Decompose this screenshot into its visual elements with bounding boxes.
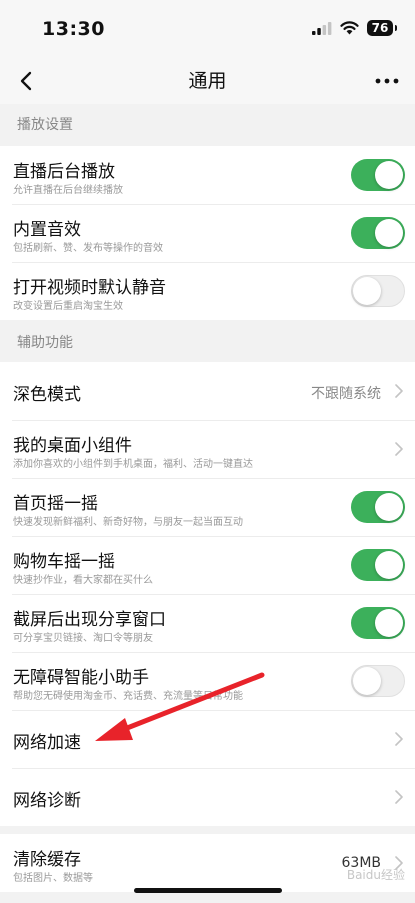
row-mute-default: 打开视频时默认静音 改变设置后重启淘宝生效 [0, 262, 415, 320]
home-indicator [134, 888, 282, 893]
row-title: 清除缓存 [13, 850, 81, 870]
live-background-toggle[interactable] [351, 159, 405, 191]
row-title: 购物车摇一摇 [13, 552, 115, 572]
toggle-knob [375, 161, 403, 189]
cache-group: 清除缓存 包括图片、数据等 63MB [0, 834, 415, 892]
row-subtitle: 包括刷新、赞、发布等操作的音效 [13, 243, 163, 254]
row-title: 直播后台播放 [13, 162, 115, 182]
screenshot-share-toggle[interactable] [351, 607, 405, 639]
row-value: 不跟随系统 [311, 386, 381, 402]
row-accessibility-assistant: 无障碍智能小助手 帮助您无碍使用淘金币、充话费、充流量等日常功能 [0, 652, 415, 710]
row-desktop-widget[interactable]: 我的桌面小组件 添加你喜欢的小组件到手机桌面，福利、活动一键直达 [0, 420, 415, 478]
accessibility-toggle[interactable] [351, 665, 405, 697]
row-builtin-sound: 内置音效 包括刷新、赞、发布等操作的音效 [0, 204, 415, 262]
row-title: 打开视频时默认静音 [13, 278, 166, 298]
row-clear-cache[interactable]: 清除缓存 包括图片、数据等 63MB [0, 834, 415, 892]
status-time: 13:30 [42, 18, 105, 40]
row-network-diagnosis[interactable]: 网络诊断 [0, 768, 415, 826]
chevron-right-icon [395, 384, 403, 398]
row-subtitle: 包括图片、数据等 [13, 873, 93, 884]
section-header-label: 播放设置 [17, 117, 73, 133]
row-title: 深色模式 [13, 385, 81, 405]
row-subtitle: 快速抄作业，看大家都在买什么 [13, 575, 153, 586]
chevron-right-icon [395, 790, 403, 804]
row-subtitle: 帮助您无碍使用淘金币、充话费、充流量等日常功能 [13, 691, 243, 702]
row-subtitle: 添加你喜欢的小组件到手机桌面，福利、活动一键直达 [13, 459, 253, 470]
watermark: Baidu经验 [346, 868, 405, 882]
chevron-right-icon [395, 732, 403, 746]
toggle-knob [353, 277, 381, 305]
row-subtitle: 改变设置后重启淘宝生效 [13, 301, 123, 312]
page-title: 通用 [188, 70, 227, 92]
row-network-boost[interactable]: 网络加速 [0, 710, 415, 768]
row-cart-shake: 购物车摇一摇 快速抄作业，看大家都在买什么 [0, 536, 415, 594]
wifi-icon [340, 21, 359, 35]
row-dark-mode[interactable]: 深色模式 不跟随系统 [0, 362, 415, 420]
row-title: 网络诊断 [13, 791, 81, 811]
status-icons: 76 [312, 20, 397, 36]
row-home-shake: 首页摇一摇 快速发现新鲜福利、新奇好物，与朋友一起当面互动 [0, 478, 415, 536]
toggle-knob [375, 219, 403, 247]
home-shake-toggle[interactable] [351, 491, 405, 523]
row-title: 我的桌面小组件 [13, 436, 132, 456]
battery-icon: 76 [367, 20, 397, 36]
row-title: 首页摇一摇 [13, 494, 98, 514]
cart-shake-toggle[interactable] [351, 549, 405, 581]
row-subtitle: 可分享宝贝链接、淘口令等朋友 [13, 633, 153, 644]
signal-icon [312, 21, 332, 35]
toggle-knob [353, 667, 381, 695]
row-title: 无障碍智能小助手 [13, 668, 149, 688]
section-header-playback: 播放设置 [0, 104, 415, 144]
toggle-knob [375, 493, 403, 521]
more-dots-icon [375, 78, 399, 84]
section-header-label: 辅助功能 [17, 335, 73, 351]
mute-default-toggle[interactable] [351, 275, 405, 307]
row-subtitle: 快速发现新鲜福利、新奇好物，与朋友一起当面互动 [13, 517, 243, 528]
status-bar: 13:30 76 [0, 0, 415, 58]
more-button[interactable] [369, 65, 405, 97]
nav-bar: 通用 [0, 58, 415, 104]
section-header-assist: 辅助功能 [0, 322, 415, 362]
row-title: 内置音效 [13, 220, 81, 240]
row-title: 网络加速 [13, 733, 81, 753]
toggle-knob [375, 551, 403, 579]
assist-settings-group: 深色模式 不跟随系统 我的桌面小组件 添加你喜欢的小组件到手机桌面，福利、活动一… [0, 362, 415, 826]
builtin-sound-toggle[interactable] [351, 217, 405, 249]
chevron-right-icon [395, 442, 403, 456]
row-subtitle: 允许直播在后台继续播放 [13, 185, 123, 196]
row-live-background-play: 直播后台播放 允许直播在后台继续播放 [0, 146, 415, 204]
toggle-knob [375, 609, 403, 637]
row-screenshot-share: 截屏后出现分享窗口 可分享宝贝链接、淘口令等朋友 [0, 594, 415, 652]
playback-settings-group: 直播后台播放 允许直播在后台继续播放 内置音效 包括刷新、赞、发布等操作的音效 … [0, 146, 415, 320]
row-title: 截屏后出现分享窗口 [13, 610, 166, 630]
